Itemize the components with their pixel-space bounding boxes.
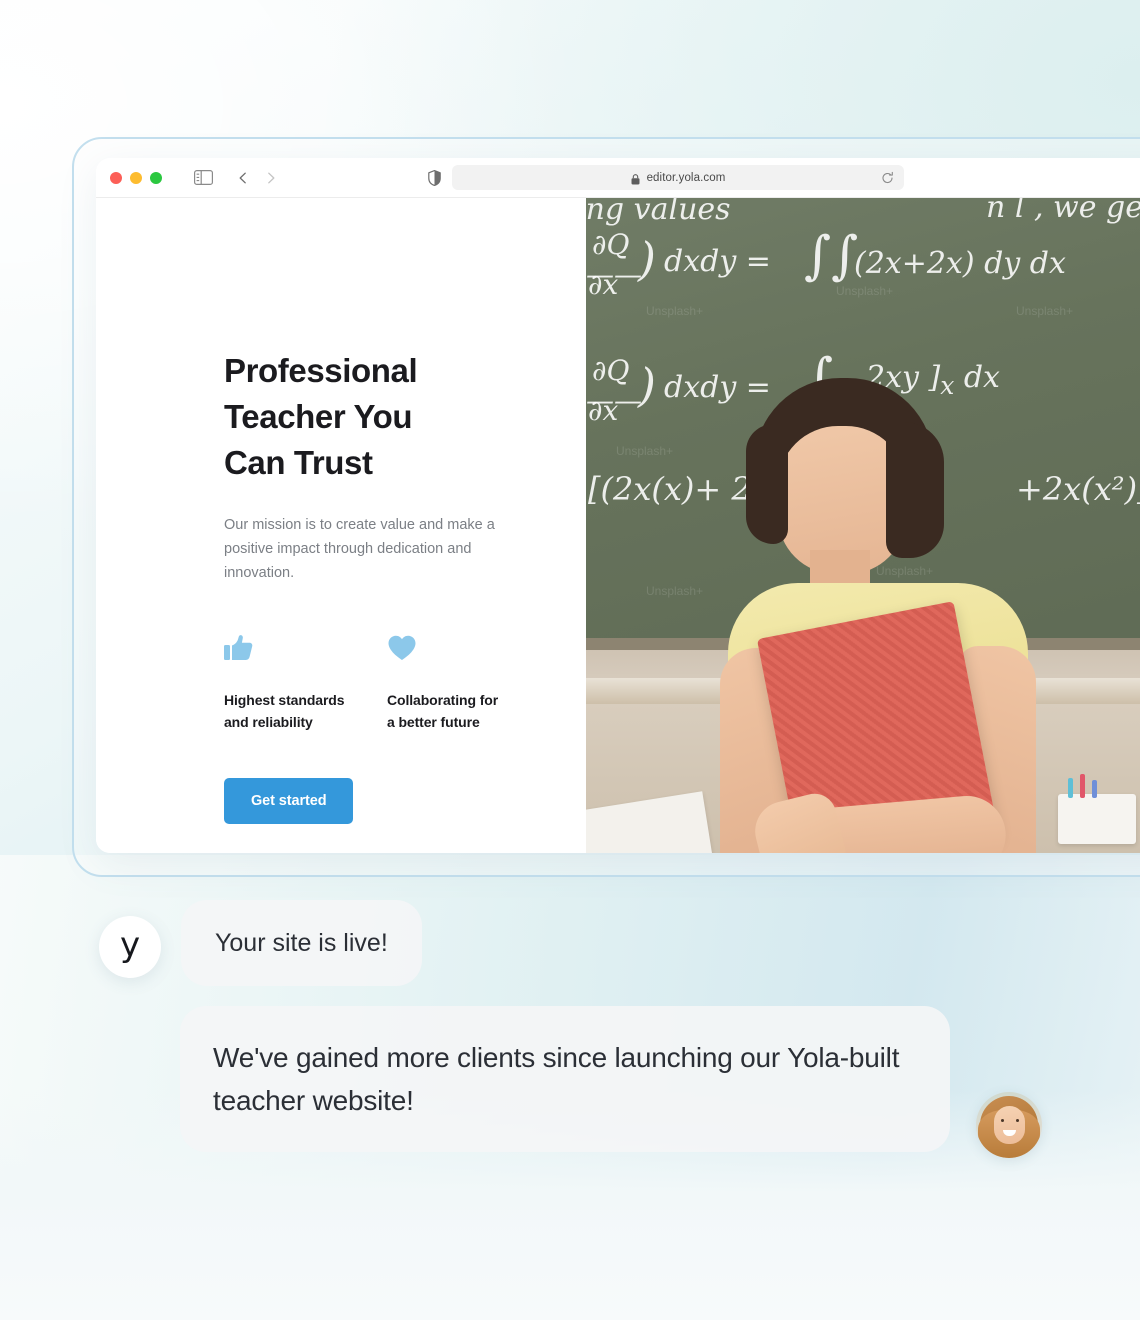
hero-block: Professional Teacher You Can Trust Our m…	[224, 348, 554, 824]
teacher-photo: ing values n l , we ge ∂Q ∂x —— ) dxdy =…	[586, 198, 1140, 853]
hero-text-column: Professional Teacher You Can Trust Our m…	[96, 198, 586, 853]
address-bar[interactable]: editor.yola.com	[452, 165, 904, 190]
get-started-button[interactable]: Get started	[224, 778, 354, 824]
site-preview: Professional Teacher You Can Trust Our m…	[96, 198, 1140, 853]
heart-icon	[387, 633, 550, 667]
sidebar-toggle-icon[interactable]	[194, 170, 213, 186]
thumbs-up-icon	[224, 633, 387, 667]
chevron-left-icon[interactable]	[235, 170, 251, 186]
teacher-figure	[718, 378, 1048, 853]
feature-list: Highest standards and reliability Collab…	[224, 633, 554, 733]
page-title: Professional Teacher You Can Trust	[224, 352, 418, 481]
maximize-window-button[interactable]	[150, 171, 162, 184]
feature-label: Collaborating for a better future	[387, 692, 499, 730]
browser-window: editor.yola.com Professional Teacher You…	[96, 158, 1140, 853]
customer-avatar	[976, 1092, 1042, 1158]
chat-bubble-customer: We've gained more clients since launchin…	[180, 1006, 950, 1152]
chat-row-yola: y Your site is live!	[0, 900, 1140, 986]
yola-logo-avatar: y	[99, 916, 161, 978]
feature-item-standards: Highest standards and reliability	[224, 633, 387, 733]
navigation-buttons	[235, 170, 279, 186]
close-window-button[interactable]	[110, 171, 122, 184]
hero-subheading: Our mission is to create value and make …	[224, 517, 495, 581]
url-text: editor.yola.com	[646, 171, 726, 184]
browser-chrome: editor.yola.com	[96, 158, 1140, 198]
pen-holder	[1058, 774, 1136, 844]
chat-bubble-yola: Your site is live!	[181, 900, 422, 986]
window-traffic-lights	[110, 171, 162, 184]
hair-left	[746, 424, 788, 544]
lock-icon	[631, 172, 640, 185]
reload-icon[interactable]	[881, 171, 894, 184]
chat-section: y Your site is live! We've gained more c…	[0, 900, 1140, 1158]
feature-label: Highest standards and reliability	[224, 692, 345, 730]
chevron-right-icon[interactable]	[263, 170, 279, 186]
minimize-window-button[interactable]	[130, 171, 142, 184]
yola-logo-letter: y	[119, 925, 141, 965]
feature-item-collaboration: Collaborating for a better future	[387, 633, 550, 733]
hair-right	[886, 422, 944, 558]
chat-row-customer: We've gained more clients since launchin…	[0, 1006, 1140, 1158]
hero-image: ing values n l , we ge ∂Q ∂x —— ) dxdy =…	[586, 198, 1140, 853]
shield-icon[interactable]	[428, 169, 441, 186]
